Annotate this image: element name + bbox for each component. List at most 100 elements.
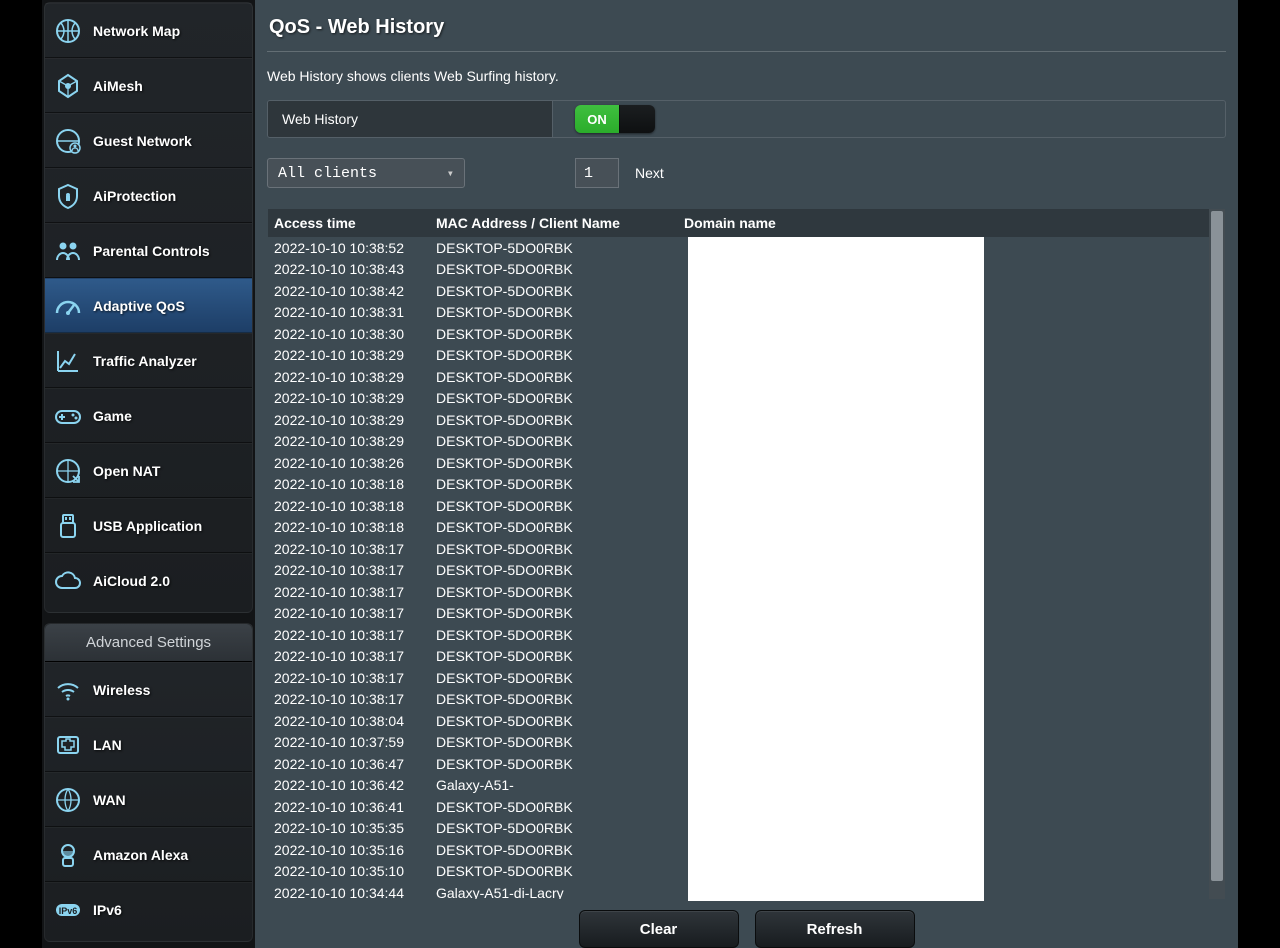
mesh-icon (53, 71, 83, 101)
sidebar-item-label: Guest Network (93, 133, 192, 149)
sidebar-item-lan[interactable]: LAN (45, 717, 252, 772)
next-page-link[interactable]: Next (635, 165, 664, 181)
sidebar-item-label: WAN (93, 792, 126, 808)
wan-icon (53, 785, 83, 815)
lan-icon (53, 730, 83, 760)
cell-access-time: 2022-10-10 10:38:17 (268, 670, 436, 686)
gauge-icon (53, 291, 83, 321)
filter-row: All clients ▾ Next (267, 158, 1226, 188)
scrollbar-thumb[interactable] (1211, 211, 1223, 881)
cell-client-name: DESKTOP-5DO0RBK (436, 390, 684, 406)
clear-button[interactable]: Clear (579, 910, 739, 948)
cell-access-time: 2022-10-10 10:36:42 (268, 777, 436, 793)
cell-client-name: DESKTOP-5DO0RBK (436, 347, 684, 363)
ipv6-icon: IPv6 (53, 895, 83, 925)
cell-access-time: 2022-10-10 10:38:18 (268, 498, 436, 514)
cell-client-name: DESKTOP-5DO0RBK (436, 240, 684, 256)
sidebar-item-adaptive-qos[interactable]: Adaptive QoS (45, 278, 252, 333)
sidebar-item-label: Wireless (93, 682, 150, 698)
cell-client-name: DESKTOP-5DO0RBK (436, 605, 684, 621)
cell-client-name: DESKTOP-5DO0RBK (436, 369, 684, 385)
web-history-toggle-label: Web History (268, 101, 553, 137)
cell-client-name: DESKTOP-5DO0RBK (436, 820, 684, 836)
refresh-button[interactable]: Refresh (755, 910, 915, 948)
cell-client-name: DESKTOP-5DO0RBK (436, 283, 684, 299)
cell-client-name: DESKTOP-5DO0RBK (436, 498, 684, 514)
general-nav-section: Network Map AiMesh Guest Network AiProtecti… (44, 2, 253, 613)
page-number-input[interactable] (575, 158, 619, 188)
cell-client-name: Galaxy-A51-di-Lacry (436, 885, 684, 899)
header-client-name: MAC Address / Client Name (436, 215, 684, 231)
sidebar-item-label: AiCloud 2.0 (93, 573, 170, 589)
cell-access-time: 2022-10-10 10:38:29 (268, 347, 436, 363)
advanced-nav-section: Advanced Settings Wireless LAN WAN Amazon A… (44, 623, 253, 942)
alexa-icon (53, 840, 83, 870)
cell-access-time: 2022-10-10 10:38:18 (268, 476, 436, 492)
sidebar-item-ipv6[interactable]: IPv6 IPv6 (45, 882, 252, 937)
cell-access-time: 2022-10-10 10:38:17 (268, 584, 436, 600)
action-buttons: Clear Refresh (267, 910, 1226, 948)
shield-icon (53, 181, 83, 211)
toggle-on-label: ON (575, 105, 619, 133)
cell-client-name: DESKTOP-5DO0RBK (436, 799, 684, 815)
sidebar-item-label: LAN (93, 737, 122, 753)
sidebar-item-label: USB Application (93, 518, 202, 534)
sidebar-item-open-nat[interactable]: Open NAT (45, 443, 252, 498)
cell-client-name: DESKTOP-5DO0RBK (436, 691, 684, 707)
wifi-icon (53, 675, 83, 705)
cell-access-time: 2022-10-10 10:37:59 (268, 734, 436, 750)
sidebar-item-label: Traffic Analyzer (93, 353, 197, 369)
sidebar-item-aiprotection[interactable]: AiProtection (45, 168, 252, 223)
cell-client-name: DESKTOP-5DO0RBK (436, 326, 684, 342)
family-icon (53, 236, 83, 266)
cell-access-time: 2022-10-10 10:38:43 (268, 261, 436, 277)
cell-client-name: DESKTOP-5DO0RBK (436, 261, 684, 277)
domain-column-masked (688, 237, 984, 901)
cell-client-name: DESKTOP-5DO0RBK (436, 756, 684, 772)
sidebar-item-traffic-analyzer[interactable]: Traffic Analyzer (45, 333, 252, 388)
cell-access-time: 2022-10-10 10:35:10 (268, 863, 436, 879)
cell-client-name: DESKTOP-5DO0RBK (436, 433, 684, 449)
sidebar-item-aimesh[interactable]: AiMesh (45, 58, 252, 113)
sidebar-item-wireless[interactable]: Wireless (45, 662, 252, 717)
cell-access-time: 2022-10-10 10:38:30 (268, 326, 436, 342)
cell-client-name: DESKTOP-5DO0RBK (436, 412, 684, 428)
table-scrollbar[interactable] (1209, 209, 1225, 899)
cell-client-name: DESKTOP-5DO0RBK (436, 863, 684, 879)
sidebar-item-aicloud-2-0[interactable]: AiCloud 2.0 (45, 553, 252, 608)
cell-access-time: 2022-10-10 10:38:29 (268, 390, 436, 406)
globe-guest-icon (53, 126, 83, 156)
cell-access-time: 2022-10-10 10:38:17 (268, 627, 436, 643)
client-filter-select[interactable]: All clients ▾ (267, 158, 465, 188)
gamepad-icon (53, 401, 83, 431)
advanced-settings-header: Advanced Settings (45, 624, 252, 662)
sidebar-item-label: AiMesh (93, 78, 143, 94)
table-header: Access time MAC Address / Client Name Do… (268, 209, 1209, 237)
cell-client-name: DESKTOP-5DO0RBK (436, 455, 684, 471)
sidebar-item-network-map[interactable]: Network Map (45, 3, 252, 58)
toggle-knob (619, 105, 655, 133)
sidebar-item-amazon-alexa[interactable]: Amazon Alexa (45, 827, 252, 882)
cell-access-time: 2022-10-10 10:38:17 (268, 541, 436, 557)
cell-client-name: DESKTOP-5DO0RBK (436, 562, 684, 578)
cell-access-time: 2022-10-10 10:38:29 (268, 433, 436, 449)
sidebar-item-wan[interactable]: WAN (45, 772, 252, 827)
web-history-toggle[interactable]: ON (575, 105, 655, 133)
page-title: QoS - Web History (267, 10, 1226, 52)
sidebar-item-game[interactable]: Game (45, 388, 252, 443)
sidebar-item-label: Adaptive QoS (93, 298, 185, 314)
cell-client-name: DESKTOP-5DO0RBK (436, 541, 684, 557)
cell-access-time: 2022-10-10 10:38:17 (268, 691, 436, 707)
cell-access-time: 2022-10-10 10:38:29 (268, 412, 436, 428)
cell-access-time: 2022-10-10 10:38:04 (268, 713, 436, 729)
cell-client-name: DESKTOP-5DO0RBK (436, 670, 684, 686)
cell-access-time: 2022-10-10 10:38:18 (268, 519, 436, 535)
sidebar-item-label: IPv6 (93, 902, 122, 918)
sidebar-item-guest-network[interactable]: Guest Network (45, 113, 252, 168)
cell-access-time: 2022-10-10 10:38:52 (268, 240, 436, 256)
cell-access-time: 2022-10-10 10:38:17 (268, 562, 436, 578)
cell-client-name: DESKTOP-5DO0RBK (436, 476, 684, 492)
sidebar-item-parental-controls[interactable]: Parental Controls (45, 223, 252, 278)
sidebar-item-usb-application[interactable]: USB Application (45, 498, 252, 553)
chevron-down-icon: ▾ (447, 166, 454, 181)
